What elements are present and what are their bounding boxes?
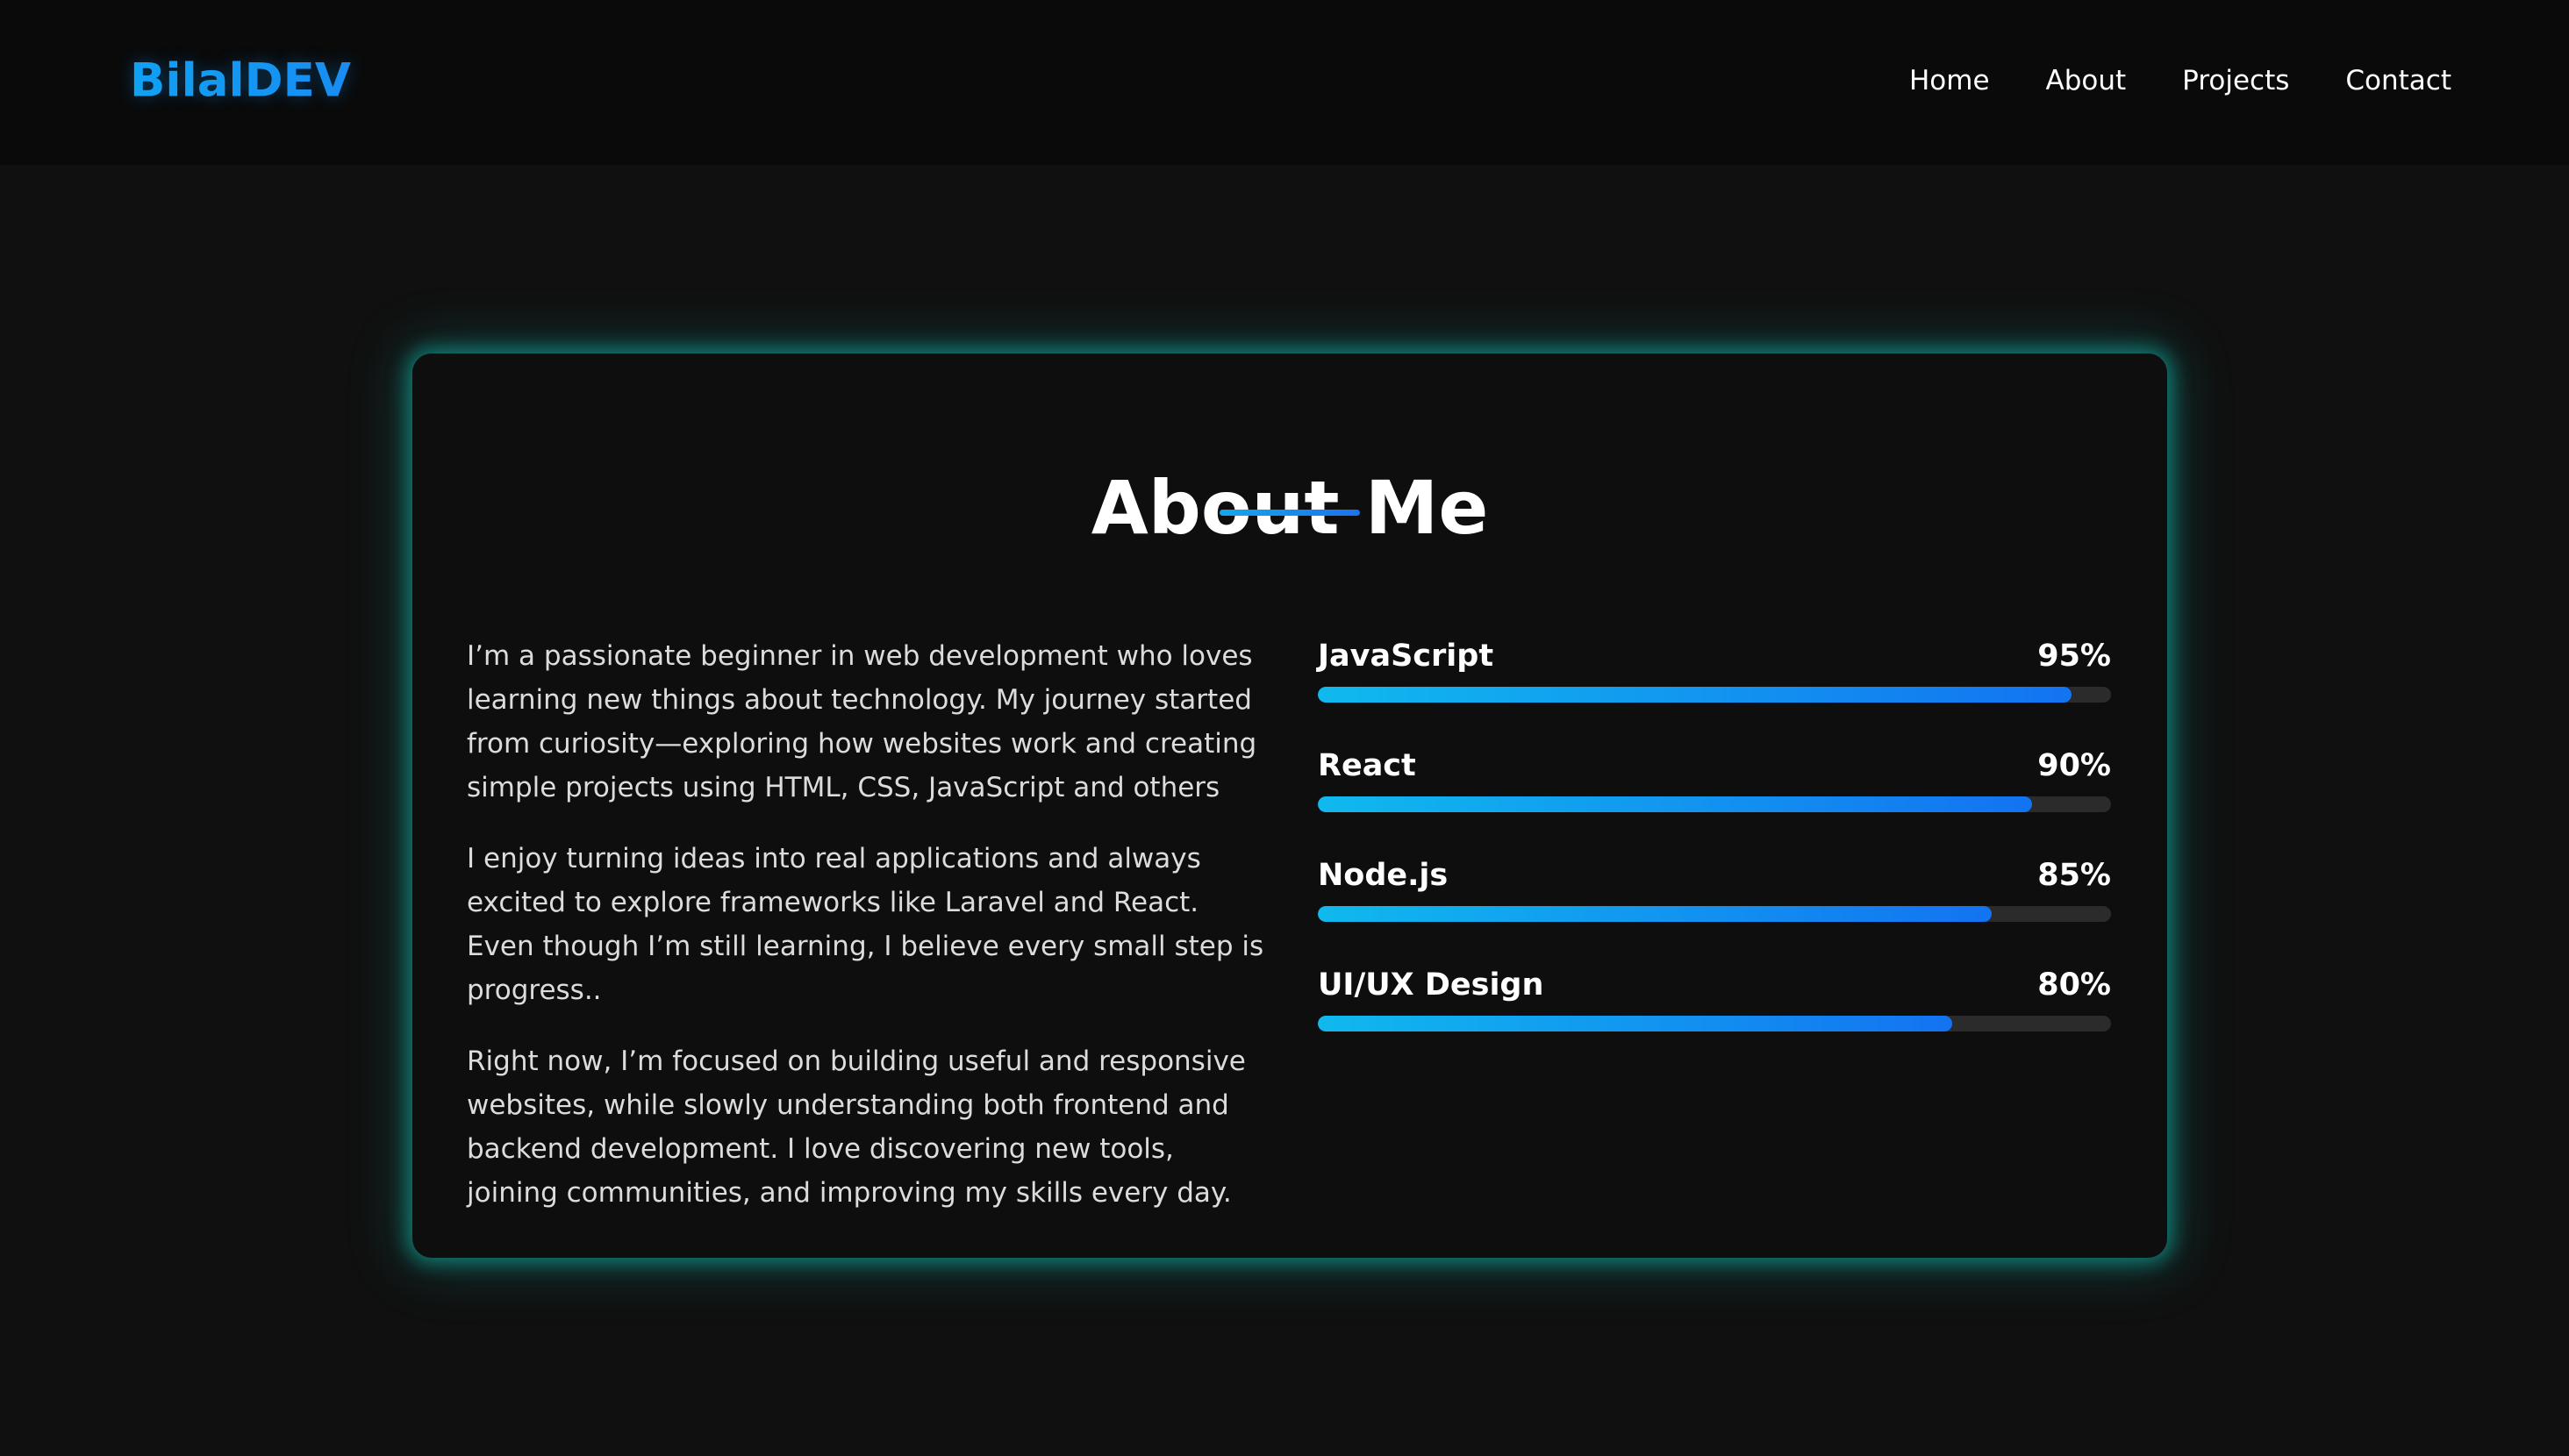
- skill-react: React 90%: [1318, 742, 2111, 852]
- skill-bar-track: [1318, 906, 2111, 922]
- about-card: About Me I’m a passionate beginner in we…: [412, 353, 2167, 1258]
- skill-uiux-design: UI/UX Design 80%: [1318, 961, 2111, 1071]
- skill-bar-fill: [1318, 796, 2032, 812]
- skill-javascript: JavaScript 95%: [1318, 632, 2111, 742]
- nav-link-contact[interactable]: Contact: [2345, 65, 2451, 96]
- navbar: BilalDEV Home About Projects Contact: [0, 0, 2569, 165]
- skill-bar-fill: [1318, 687, 2072, 703]
- skill-nodejs: Node.js 85%: [1318, 852, 2111, 961]
- about-text: I’m a passionate beginner in web develop…: [467, 634, 1265, 1242]
- about-paragraph-2: I enjoy turning ideas into real applicat…: [467, 843, 1264, 1006]
- about-paragraph-1: I’m a passionate beginner in web develop…: [467, 640, 1257, 803]
- skill-name: JavaScript: [1318, 639, 1494, 674]
- skill-percent: 90%: [2037, 748, 2111, 783]
- nav-links: Home About Projects Contact: [1909, 65, 2451, 96]
- skill-percent: 80%: [2037, 967, 2111, 1003]
- skills-list: JavaScript 95% React 90% Node.js 85% UI/…: [1318, 632, 2111, 1071]
- skill-bar-track: [1318, 796, 2111, 812]
- skill-name: React: [1318, 748, 1416, 783]
- skill-name: UI/UX Design: [1318, 967, 1544, 1003]
- skill-name: Node.js: [1318, 858, 1449, 893]
- about-title: About Me: [1091, 465, 1489, 552]
- nav-link-about[interactable]: About: [2046, 65, 2127, 96]
- skill-percent: 95%: [2037, 639, 2111, 674]
- skill-bar-track: [1318, 1016, 2111, 1031]
- title-underline: [1220, 510, 1360, 516]
- nav-link-projects[interactable]: Projects: [2182, 65, 2289, 96]
- brand-logo[interactable]: BilalDEV: [130, 54, 351, 108]
- nav-link-home[interactable]: Home: [1909, 65, 1990, 96]
- about-paragraph-3: Right now, I’m focused on building usefu…: [467, 1046, 1246, 1209]
- skill-percent: 85%: [2037, 858, 2111, 893]
- skill-bar-fill: [1318, 1016, 1953, 1031]
- skill-bar-fill: [1318, 906, 1993, 922]
- skill-bar-track: [1318, 687, 2111, 703]
